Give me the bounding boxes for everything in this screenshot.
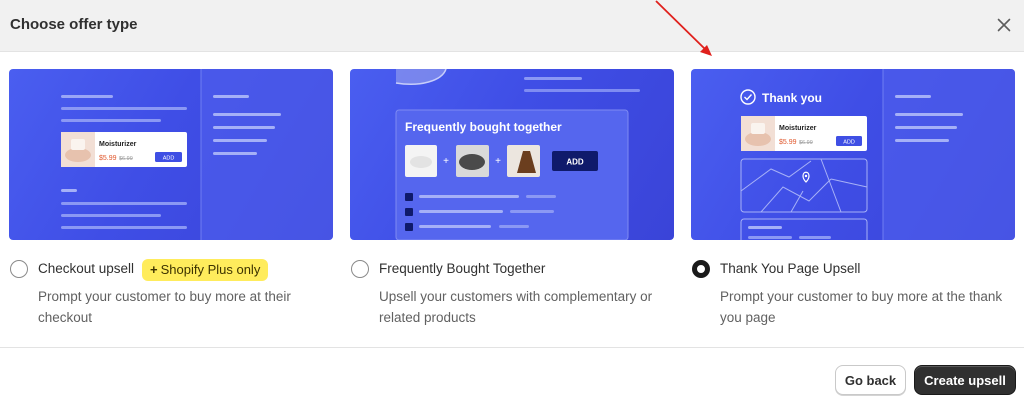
thank-you-page-upsell-label: Thank You Page Upsell [720, 261, 861, 276]
modal-header: Choose offer type [0, 0, 1024, 52]
close-icon[interactable] [992, 13, 1016, 37]
fbt-preview-illustration: Frequently bought together + + ADD [395, 69, 640, 240]
svg-text:+: + [495, 156, 501, 167]
checkout-upsell-preview[interactable]: Moisturizer $5.99 $6.99 ADD [9, 69, 333, 240]
footer-divider [0, 347, 1024, 348]
preview-ty-price: $5.99 [779, 139, 797, 146]
thank-you-page-upsell-radio[interactable] [692, 260, 710, 278]
preview-ty-product-name: Moisturizer [779, 125, 817, 132]
preview-price: $5.99 [99, 155, 117, 162]
preview-fbt-add-button: ADD [566, 158, 584, 167]
plus-icon: + [150, 262, 158, 277]
checkout-upsell-description: Prompt your customer to buy more at thei… [38, 289, 291, 325]
frequently-bought-together-description: Upsell your customers with complementary… [379, 289, 653, 325]
go-back-button[interactable]: Go back [835, 365, 906, 395]
shopify-plus-badge: + Shopify Plus only [142, 259, 269, 281]
checkout-preview-illustration: Moisturizer $5.99 $6.99 ADD [61, 69, 333, 240]
thank-you-preview-illustration: Thank you Moisturizer $5.99 $6.99 ADD [740, 69, 1015, 240]
frequently-bought-together-preview[interactable]: Frequently bought together + + ADD [350, 69, 674, 240]
preview-add-button: ADD [163, 156, 175, 162]
checkout-upsell-radio[interactable] [10, 260, 28, 278]
preview-thank-you-heading: Thank you [762, 91, 822, 105]
shopify-plus-badge-text: Shopify Plus only [160, 262, 261, 277]
preview-ty-add-button: ADD [843, 140, 855, 146]
frequently-bought-together-label: Frequently Bought Together [379, 261, 546, 276]
frequently-bought-together-radio[interactable] [351, 260, 369, 278]
modal-title: Choose offer type [10, 16, 138, 33]
preview-old-price: $6.99 [119, 156, 133, 162]
preview-product-name: Moisturizer [99, 141, 137, 148]
preview-fbt-heading: Frequently bought together [405, 120, 562, 134]
svg-text:+: + [443, 156, 449, 167]
thank-you-page-upsell-preview[interactable]: Thank you Moisturizer $5.99 $6.99 ADD [691, 69, 1015, 240]
preview-ty-old-price: $6.99 [799, 140, 813, 146]
checkout-upsell-label: Checkout upsell [38, 261, 135, 276]
create-upsell-button[interactable]: Create upsell [914, 365, 1016, 395]
offer-type-modal: Choose offer type Moisturizer $5.99 $6.9… [0, 0, 1024, 402]
thank-you-page-upsell-description: Prompt your customer to buy more at the … [720, 289, 1003, 325]
